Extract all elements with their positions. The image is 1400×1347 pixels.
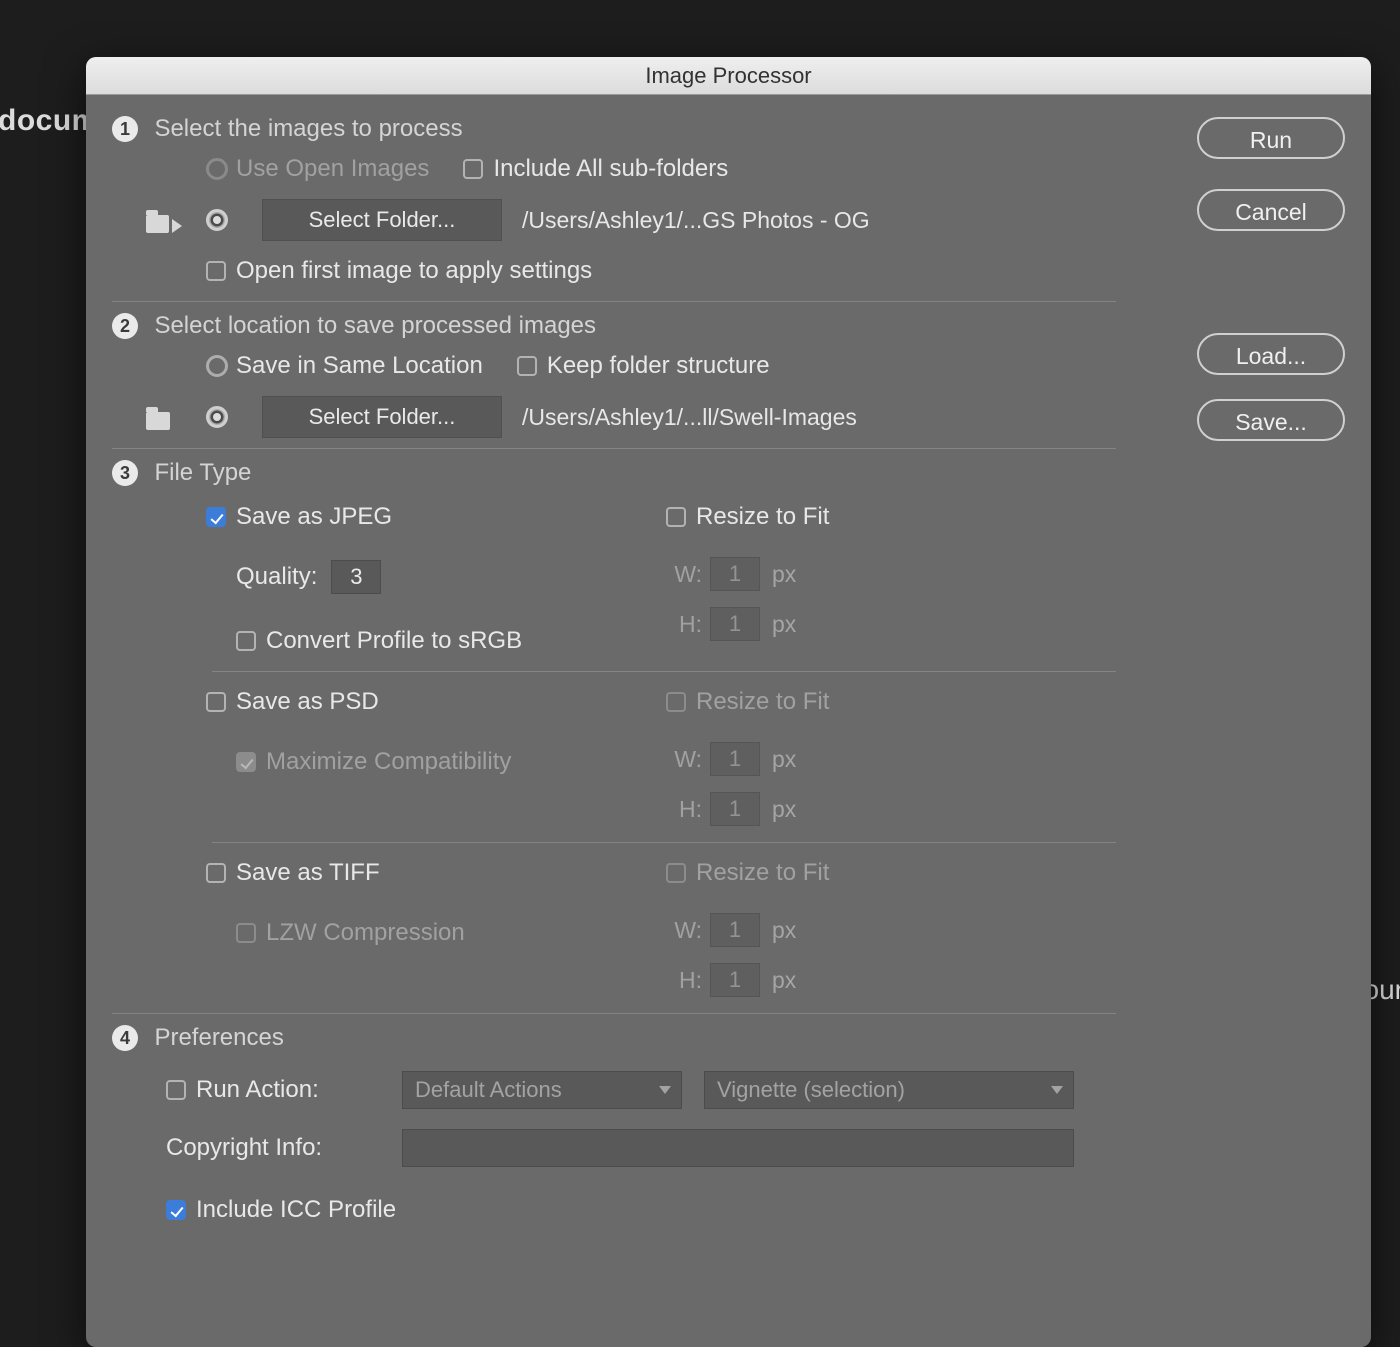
step-1-title: Select the images to process xyxy=(154,115,462,143)
jpeg-height-unit: px xyxy=(772,611,796,638)
step-4-badge: 4 xyxy=(112,1025,138,1051)
psd-height-label: H: xyxy=(666,796,702,823)
open-first-image-checkbox[interactable] xyxy=(206,261,226,281)
psd-width-label: W: xyxy=(666,746,702,773)
divider-jpeg-psd xyxy=(212,671,1116,672)
use-open-images-label: Use Open Images xyxy=(236,155,429,183)
tiff-height-input xyxy=(710,963,760,997)
save-as-jpeg-checkbox[interactable] xyxy=(206,507,226,527)
action-set-select[interactable]: Default Actions xyxy=(402,1071,682,1109)
psd-resize-checkbox xyxy=(666,692,686,712)
convert-srgb-label: Convert Profile to sRGB xyxy=(266,627,522,655)
chevron-down-icon xyxy=(659,1086,671,1094)
jpeg-width-unit: px xyxy=(772,561,796,588)
save-as-psd-checkbox[interactable] xyxy=(206,692,226,712)
action-name-value: Vignette (selection) xyxy=(717,1077,905,1103)
divider-1 xyxy=(112,301,1116,302)
save-same-location-label: Save in Same Location xyxy=(236,352,483,380)
background-text-left: docum xyxy=(0,104,99,138)
jpeg-height-label: H: xyxy=(666,611,702,638)
tiff-width-unit: px xyxy=(772,917,796,944)
jpeg-quality-label: Quality: xyxy=(236,563,317,591)
include-subfolders-label: Include All sub-folders xyxy=(493,155,728,183)
psd-height-unit: px xyxy=(772,796,796,823)
divider-3 xyxy=(112,1013,1116,1014)
step-3-title: File Type xyxy=(154,459,251,487)
select-source-folder-radio[interactable] xyxy=(206,209,228,231)
keep-folder-structure-checkbox[interactable] xyxy=(517,356,537,376)
psd-maxcompat-checkbox xyxy=(236,752,256,772)
divider-psd-tiff xyxy=(212,842,1116,843)
psd-width-input xyxy=(710,742,760,776)
tiff-resize-checkbox xyxy=(666,863,686,883)
action-name-select[interactable]: Vignette (selection) xyxy=(704,1071,1074,1109)
tiff-resize-label: Resize to Fit xyxy=(696,859,829,887)
select-dest-folder-radio[interactable] xyxy=(206,406,228,428)
jpeg-width-label: W: xyxy=(666,561,702,588)
include-icc-checkbox[interactable] xyxy=(166,1200,186,1220)
save-as-tiff-checkbox[interactable] xyxy=(206,863,226,883)
tiff-height-unit: px xyxy=(772,967,796,994)
psd-resize-label: Resize to Fit xyxy=(696,688,829,716)
folder-out-icon xyxy=(146,404,182,430)
tiff-width-label: W: xyxy=(666,917,702,944)
psd-width-unit: px xyxy=(772,746,796,773)
psd-maxcompat-label: Maximize Compatibility xyxy=(266,748,511,776)
save-same-location-radio[interactable] xyxy=(206,355,228,377)
step-4-title: Preferences xyxy=(154,1024,283,1052)
save-as-jpeg-label: Save as JPEG xyxy=(236,503,392,531)
jpeg-resize-label: Resize to Fit xyxy=(696,503,829,531)
copyright-label: Copyright Info: xyxy=(166,1134,402,1162)
tiff-height-label: H: xyxy=(666,967,702,994)
image-processor-dialog: Image Processor Run Cancel Load... Save.… xyxy=(86,57,1371,1347)
tiff-width-input xyxy=(710,913,760,947)
jpeg-height-input[interactable] xyxy=(710,607,760,641)
psd-height-input xyxy=(710,792,760,826)
tiff-lzw-checkbox xyxy=(236,923,256,943)
keep-folder-structure-label: Keep folder structure xyxy=(547,352,770,380)
jpeg-quality-input[interactable] xyxy=(331,560,381,594)
run-action-checkbox[interactable] xyxy=(166,1080,186,1100)
tiff-lzw-label: LZW Compression xyxy=(266,919,465,947)
dest-folder-path: /Users/Ashley1/...ll/Swell-Images xyxy=(522,404,857,431)
action-set-value: Default Actions xyxy=(415,1077,562,1103)
step-2-badge: 2 xyxy=(112,313,138,339)
save-as-psd-label: Save as PSD xyxy=(236,688,379,716)
step-1-badge: 1 xyxy=(112,116,138,142)
step-2-title: Select location to save processed images xyxy=(154,312,596,340)
chevron-down-icon xyxy=(1051,1086,1063,1094)
dialog-title: Image Processor xyxy=(86,57,1371,95)
select-source-folder-button[interactable]: Select Folder... xyxy=(262,199,502,241)
jpeg-width-input[interactable] xyxy=(710,557,760,591)
jpeg-resize-checkbox[interactable] xyxy=(666,507,686,527)
include-icc-label: Include ICC Profile xyxy=(196,1196,396,1224)
source-folder-path: /Users/Ashley1/...GS Photos - OG xyxy=(522,207,870,234)
use-open-images-radio[interactable] xyxy=(206,158,228,180)
run-action-label: Run Action: xyxy=(196,1076,402,1104)
copyright-input[interactable] xyxy=(402,1129,1074,1167)
step-3-badge: 3 xyxy=(112,460,138,486)
save-as-tiff-label: Save as TIFF xyxy=(236,859,380,887)
convert-srgb-checkbox[interactable] xyxy=(236,631,256,651)
include-subfolders-checkbox[interactable] xyxy=(463,159,483,179)
open-first-image-label: Open first image to apply settings xyxy=(236,257,592,285)
select-dest-folder-button[interactable]: Select Folder... xyxy=(262,396,502,438)
divider-2 xyxy=(112,448,1116,449)
folder-in-icon xyxy=(146,207,182,233)
